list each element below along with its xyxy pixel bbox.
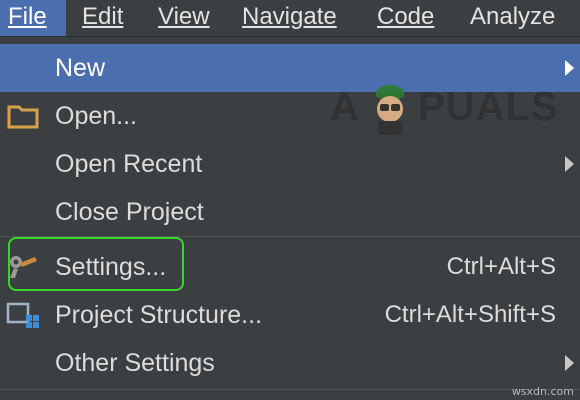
menu-item-open[interactable]: Open... [0,92,580,140]
submenu-arrow-icon [565,60,574,76]
menu-code[interactable]: Code [377,0,434,36]
menu-item-label: New [55,54,106,82]
menu-navigate[interactable]: Navigate [242,0,337,36]
menu-file[interactable]: File [0,0,66,36]
menu-bar: File Edit View Navigate Code Analyze [0,0,580,37]
menu-item-close-project[interactable]: Close Project [0,188,580,236]
menu-item-project-structure[interactable]: Project Structure... Ctrl+Alt+Shift+S [0,291,580,339]
menu-item-other-settings[interactable]: Other Settings [0,339,580,387]
menu-item-open-recent[interactable]: Open Recent [0,140,580,188]
menu-analyze[interactable]: Analyze [470,0,555,36]
corner-watermark-text: wsxdn.com [511,385,574,398]
shortcut-label: Ctrl+Alt+Shift+S [384,301,556,328]
project-structure-icon [6,302,39,328]
menu-view[interactable]: View [158,0,210,36]
menu-separator [0,389,580,390]
file-dropdown-menu: New A PUALS Open... Open Recent Close Pr… [0,37,580,400]
folder-icon [7,105,39,129]
highlight-annotation-box [8,237,184,291]
submenu-arrow-icon [565,156,574,172]
shortcut-label: Ctrl+Alt+S [446,253,556,280]
submenu-arrow-icon [565,355,574,371]
menu-edit[interactable]: Edit [82,0,123,36]
